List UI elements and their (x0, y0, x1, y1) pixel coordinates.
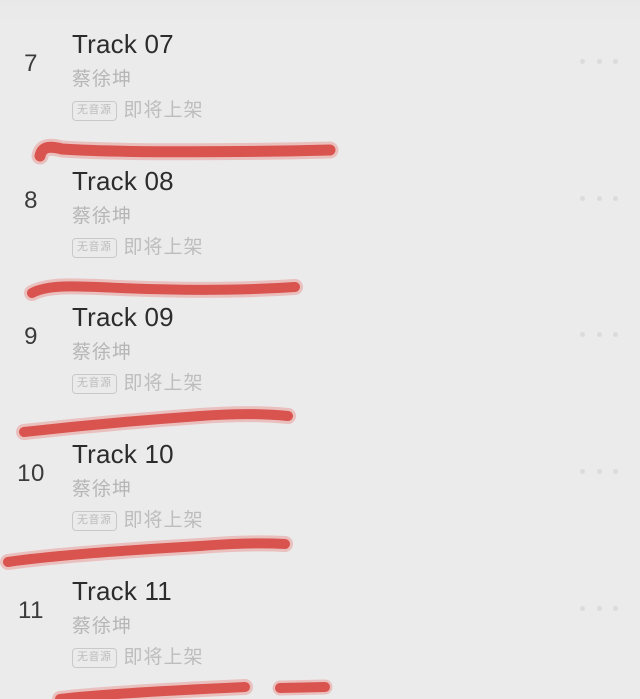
track-title: Track 10 (72, 439, 174, 469)
dot (596, 58, 602, 64)
dot (580, 331, 585, 337)
track-info: Track 11 蔡徐坤 无音源 即将上架 (72, 575, 552, 668)
track-status: 即将上架 (123, 237, 204, 258)
track-info: Track 09 蔡徐坤 无音源 即将上架 (72, 301, 552, 394)
music-tracklist-screen: 7 Track 07 蔡徐坤 无音源 即将上架 8 Track 08 蔡徐坤 无… (0, 0, 640, 699)
track-meta: 无音源 即将上架 (72, 374, 552, 394)
track-status: 即将上架 (123, 647, 204, 668)
dot (613, 58, 618, 64)
track-meta: 无音源 即将上架 (72, 648, 552, 668)
dot (580, 195, 585, 201)
dot (580, 58, 585, 64)
dot (613, 331, 618, 337)
track-row[interactable]: 11 Track 11 蔡徐坤 无音源 即将上架 (0, 575, 640, 695)
track-artist: 蔡徐坤 (72, 69, 133, 90)
track-index: 7 (24, 50, 38, 77)
more-horizontal-icon[interactable] (580, 603, 618, 613)
track-title: Track 11 (72, 576, 172, 606)
dot (596, 605, 602, 611)
track-index: 8 (24, 187, 38, 214)
more-horizontal-icon[interactable] (580, 466, 618, 476)
no-audio-source-badge: 无音源 (72, 238, 117, 258)
track-title: Track 08 (72, 166, 174, 196)
track-status: 即将上架 (123, 373, 204, 394)
more-horizontal-icon[interactable] (580, 329, 618, 339)
track-artist: 蔡徐坤 (72, 206, 133, 227)
more-horizontal-icon[interactable] (580, 193, 618, 203)
track-index: 10 (17, 460, 45, 487)
track-row[interactable]: 8 Track 08 蔡徐坤 无音源 即将上架 (0, 165, 640, 285)
track-index: 11 (18, 597, 44, 624)
dot (596, 468, 602, 474)
track-row[interactable]: 10 Track 10 蔡徐坤 无音源 即将上架 (0, 438, 640, 558)
no-audio-source-badge: 无音源 (72, 374, 117, 394)
dot (613, 468, 618, 474)
track-status: 即将上架 (123, 100, 204, 121)
no-audio-source-badge: 无音源 (72, 101, 117, 121)
track-meta: 无音源 即将上架 (72, 511, 552, 531)
dot (580, 468, 585, 474)
dot (596, 195, 602, 201)
track-meta: 无音源 即将上架 (72, 238, 552, 258)
track-row[interactable]: 9 Track 09 蔡徐坤 无音源 即将上架 (0, 301, 640, 421)
track-artist: 蔡徐坤 (72, 342, 133, 363)
track-row[interactable]: 7 Track 07 蔡徐坤 无音源 即将上架 (0, 28, 640, 148)
dot (613, 605, 618, 611)
track-meta: 无音源 即将上架 (72, 101, 552, 121)
track-title: Track 09 (72, 302, 174, 332)
track-list: 7 Track 07 蔡徐坤 无音源 即将上架 8 Track 08 蔡徐坤 无… (0, 0, 640, 699)
no-audio-source-badge: 无音源 (72, 511, 117, 531)
more-horizontal-icon[interactable] (580, 56, 618, 66)
dot (580, 605, 585, 611)
track-artist: 蔡徐坤 (72, 479, 133, 500)
track-artist: 蔡徐坤 (72, 616, 133, 637)
track-info: Track 07 蔡徐坤 无音源 即将上架 (72, 28, 552, 121)
no-audio-source-badge: 无音源 (72, 648, 117, 668)
track-status: 即将上架 (123, 510, 204, 531)
track-info: Track 10 蔡徐坤 无音源 即将上架 (72, 438, 552, 531)
track-info: Track 08 蔡徐坤 无音源 即将上架 (72, 165, 552, 258)
track-index: 9 (24, 323, 38, 350)
dot (613, 195, 618, 201)
dot (596, 331, 602, 337)
track-title: Track 07 (72, 29, 174, 59)
